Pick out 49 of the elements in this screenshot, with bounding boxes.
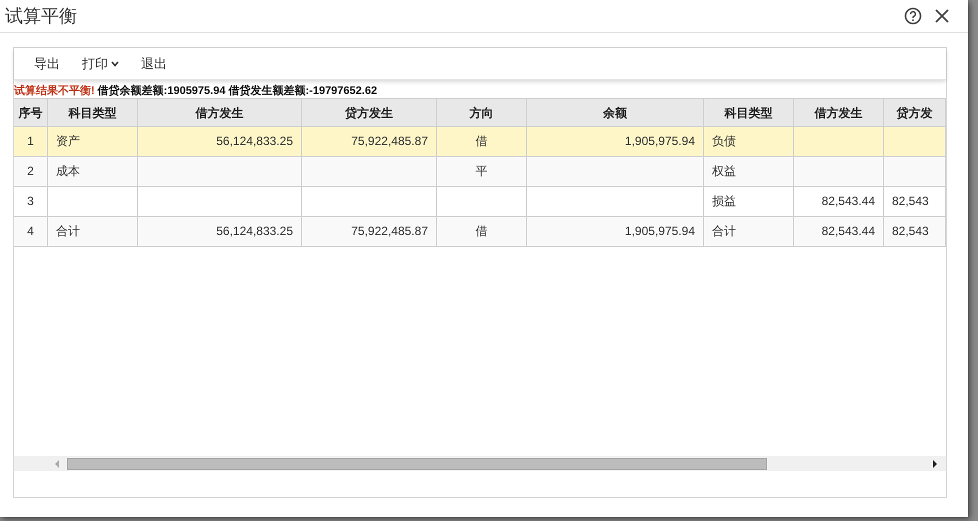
column-header: 借方发生	[794, 98, 884, 127]
table-cell: 82,543.44	[822, 194, 875, 208]
table-row[interactable]: 1 资产 56,124,833.25 75,922,485.87 借 1,905,975.94 负债	[14, 127, 946, 157]
table-cell: 4	[27, 224, 34, 238]
table-cell: 权益	[712, 164, 736, 178]
table-cell: 借	[476, 134, 488, 148]
table-cell: 损益	[712, 194, 736, 208]
table-cell: 负债	[712, 134, 736, 148]
window-title: 试算平衡	[5, 5, 77, 28]
scroll-right-icon[interactable]	[932, 460, 938, 468]
table-row[interactable]: 4 合计 56,124,833.25 75,922,485.87 借 1,905,975.94 合计 82,543.44 82,543	[14, 217, 946, 247]
table-cell: 1,905,975.94	[624, 134, 695, 148]
column-header: 贷方发	[884, 98, 946, 127]
column-header: 贷方发生	[302, 98, 437, 127]
column-header: 序号	[14, 98, 48, 127]
toolbar-button[interactable]: 导出	[24, 52, 70, 76]
table-cell: 成本	[56, 164, 80, 178]
close-icon[interactable]	[934, 8, 950, 24]
column-header: 科目类型	[704, 98, 794, 127]
table-cell: 借	[476, 224, 488, 238]
table-cell: 56,124,833.25	[216, 134, 293, 148]
column-header: 方向	[437, 98, 527, 127]
difference-text: 借贷余额差额:1905975.94 借贷发生额差额:-19797652.62	[98, 84, 378, 98]
table-cell: 82,543	[892, 194, 929, 208]
table-cell: 合计	[56, 224, 80, 238]
table-cell: 3	[27, 194, 34, 208]
table-cell: 75,922,485.87	[351, 134, 428, 148]
table-cell: 82,543.44	[822, 224, 875, 238]
table-cell: 1,905,975.94	[624, 224, 695, 238]
horizontal-scrollbar[interactable]	[14, 456, 946, 471]
column-header: 科目类型	[48, 98, 138, 127]
table-cell: 平	[476, 164, 488, 178]
table-row[interactable]: 3 损益 82,543.44 82,543	[14, 187, 946, 217]
toolbar-button[interactable]: 打印	[72, 52, 129, 76]
scrollbar-thumb[interactable]	[67, 458, 767, 470]
warning-text: 试算结果不平衡!	[14, 84, 95, 98]
table-row[interactable]: 2 成本 平 权益	[14, 157, 946, 187]
table-cell: 资产	[56, 134, 80, 148]
toolbar-button[interactable]: 退出	[131, 52, 177, 76]
column-header: 借方发生	[138, 98, 302, 127]
table-cell: 82,543	[892, 224, 929, 238]
help-icon[interactable]	[904, 7, 922, 25]
table-cell: 56,124,833.25	[216, 224, 293, 238]
column-header: 余额	[527, 98, 704, 127]
table-cell: 2	[27, 164, 34, 178]
table-cell: 75,922,485.87	[351, 224, 428, 238]
table-cell: 1	[27, 134, 34, 148]
table-cell: 合计	[712, 224, 736, 238]
caret-icon	[111, 60, 119, 66]
